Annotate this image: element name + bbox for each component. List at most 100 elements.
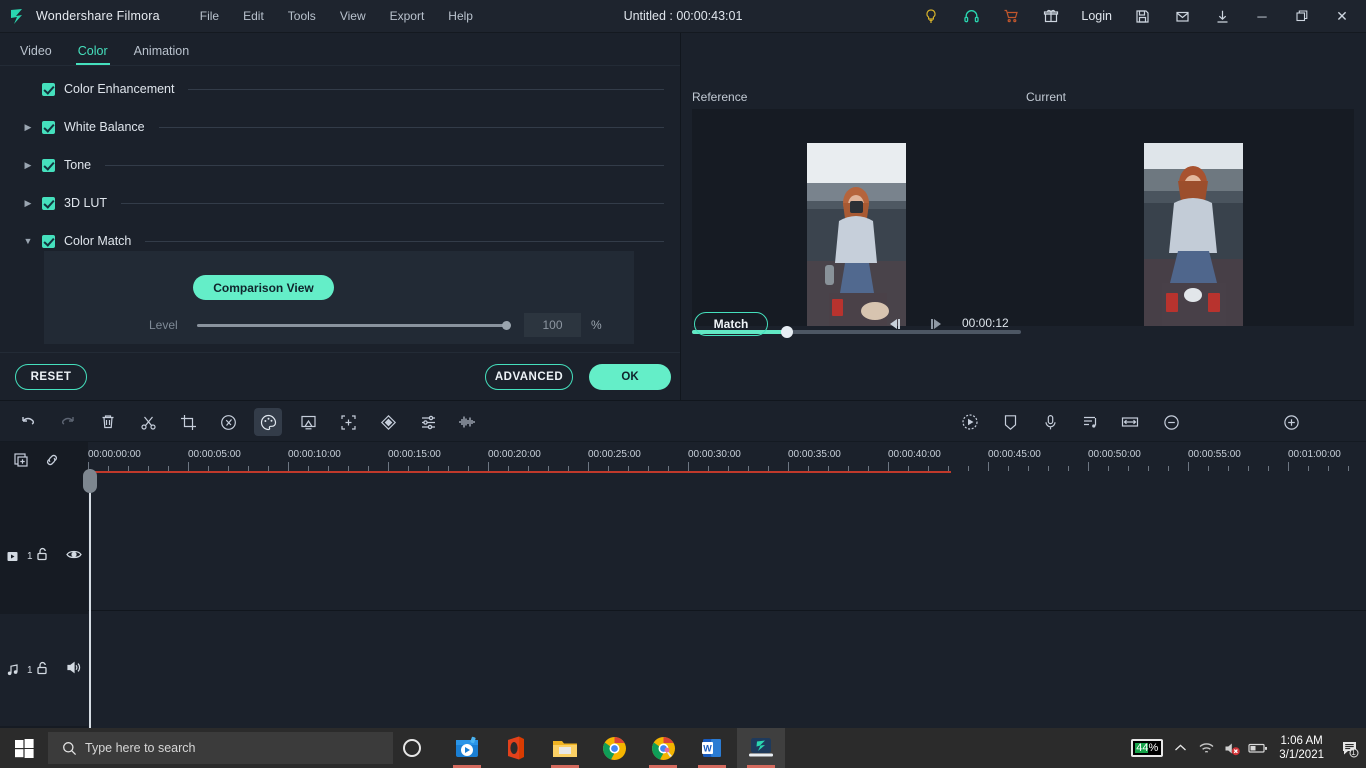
add-media-icon[interactable] [10, 449, 32, 471]
svg-text:W: W [703, 744, 712, 754]
audio-mixer-icon[interactable] [414, 408, 442, 436]
microphone-icon[interactable] [1036, 408, 1064, 436]
reference-viewport[interactable] [692, 109, 1031, 326]
step-forward-icon[interactable] [925, 313, 947, 335]
restore-button[interactable] [1282, 0, 1322, 33]
ruler-label: 00:00:15:00 [388, 449, 441, 460]
menu-tools[interactable]: Tools [278, 5, 326, 27]
audio-beat-icon[interactable] [454, 408, 482, 436]
save-project-icon[interactable] [1122, 0, 1162, 33]
scrubber-handle[interactable] [781, 326, 793, 338]
crop-icon[interactable] [174, 408, 202, 436]
motion-tracking-icon[interactable] [334, 408, 362, 436]
effect-checkbox[interactable] [42, 159, 55, 172]
taskbar-app-filmora[interactable] [737, 728, 785, 768]
taskbar-app-chrome-beta[interactable] [639, 728, 687, 768]
menu-view[interactable]: View [330, 5, 376, 27]
panel-footer: RESET ADVANCED OK [0, 352, 680, 400]
record-voiceover-icon[interactable] [956, 408, 984, 436]
advanced-button[interactable]: ADVANCED [485, 364, 573, 390]
delete-icon[interactable] [94, 408, 122, 436]
ruler-label: 00:00:45:00 [988, 449, 1041, 460]
taskbar-app-office[interactable] [492, 728, 540, 768]
effect-checkbox[interactable] [42, 197, 55, 210]
ruler-label: 00:01:00:00 [1288, 449, 1341, 460]
notifications-icon[interactable]: 1 [1332, 728, 1366, 768]
audio-track-header[interactable]: 1 [0, 614, 88, 726]
playhead-handle[interactable] [83, 469, 97, 493]
unlock-icon[interactable] [36, 661, 49, 680]
menu-edit[interactable]: Edit [233, 5, 274, 27]
chevron-right-icon[interactable]: ▶ [20, 198, 36, 209]
tab-video[interactable]: Video [10, 40, 62, 65]
menu-export[interactable]: Export [380, 5, 435, 27]
redo-icon[interactable] [54, 408, 82, 436]
tab-animation[interactable]: Animation [124, 40, 200, 65]
keyframe-icon[interactable] [374, 408, 402, 436]
effect-checkbox[interactable] [42, 121, 55, 134]
color-palette-icon[interactable] [254, 408, 282, 436]
chevron-down-icon[interactable]: ▼ [20, 236, 36, 246]
fit-timeline-icon[interactable] [1116, 408, 1144, 436]
chevron-right-icon[interactable]: ▶ [20, 122, 36, 133]
video-track-header[interactable]: 1 [0, 502, 88, 610]
effect-checkbox[interactable] [42, 235, 55, 248]
effect-checkbox[interactable] [42, 83, 55, 96]
effect-row-white-balance[interactable]: ▶ White Balance [0, 108, 680, 146]
timeline-ruler[interactable]: 00:00:00:00 00:00:05:00 00:00:10:00 00:0… [88, 442, 1366, 472]
tab-color[interactable]: Color [68, 40, 118, 65]
speaker-icon[interactable] [66, 661, 82, 679]
taskbar-app-file-explorer[interactable] [541, 728, 589, 768]
login-button[interactable]: Login [1071, 9, 1122, 23]
split-scissors-icon[interactable] [134, 408, 162, 436]
tips-bulb-icon[interactable] [911, 0, 951, 33]
battery-icon[interactable] [1245, 728, 1271, 768]
current-viewport[interactable] [1027, 109, 1354, 326]
menu-file[interactable]: File [190, 5, 229, 27]
ok-button[interactable]: OK [589, 364, 671, 390]
audio-detach-icon[interactable] [1076, 408, 1104, 436]
taskbar-app-movies-tv[interactable] [443, 728, 491, 768]
cortana-icon[interactable] [403, 739, 421, 757]
show-hidden-icons-chevron[interactable] [1167, 728, 1193, 768]
zoom-in-icon[interactable] [1277, 408, 1305, 436]
reset-button[interactable]: RESET [15, 364, 87, 390]
chevron-right-icon[interactable]: ▶ [20, 160, 36, 171]
ruler-major-tick [388, 462, 389, 471]
volume-muted-icon[interactable] [1219, 728, 1245, 768]
effect-row-tone[interactable]: ▶ Tone [0, 146, 680, 184]
level-value-input[interactable]: 100 [524, 313, 581, 337]
ruler-label: 00:00:40:00 [888, 449, 941, 460]
taskbar-app-word[interactable]: W [688, 728, 736, 768]
level-slider-handle[interactable] [502, 321, 511, 330]
link-unlink-icon[interactable] [41, 449, 63, 471]
search-input[interactable]: Type here to search [48, 732, 393, 764]
marker-icon[interactable] [996, 408, 1024, 436]
menu-help[interactable]: Help [438, 5, 483, 27]
playhead[interactable] [89, 469, 91, 728]
speed-icon[interactable] [214, 408, 242, 436]
mail-icon[interactable] [1162, 0, 1202, 33]
comparison-view-button[interactable]: Comparison View [193, 275, 334, 300]
taskbar-app-chrome[interactable] [590, 728, 638, 768]
level-slider[interactable] [197, 324, 507, 327]
undo-icon[interactable] [14, 408, 42, 436]
taskbar-clock[interactable]: 1:06 AM 3/1/2021 [1271, 734, 1332, 762]
unlock-icon[interactable] [36, 547, 49, 566]
effect-row-color-enhancement[interactable]: Color Enhancement [0, 70, 680, 108]
gift-icon[interactable] [1031, 0, 1071, 33]
zoom-out-icon[interactable] [1157, 408, 1185, 436]
step-backward-icon[interactable] [884, 313, 906, 335]
download-icon[interactable] [1202, 0, 1242, 33]
headset-support-icon[interactable] [951, 0, 991, 33]
eye-icon[interactable] [66, 547, 82, 565]
match-button[interactable]: Match [694, 312, 768, 336]
close-button[interactable]: ✕ [1322, 0, 1362, 33]
menu-bar: File Edit Tools View Export Help [190, 5, 483, 27]
wifi-icon[interactable] [1193, 728, 1219, 768]
shopping-cart-icon[interactable] [991, 0, 1031, 33]
minimize-button[interactable]: ─ [1242, 0, 1282, 33]
effect-row-3d-lut[interactable]: ▶ 3D LUT [0, 184, 680, 222]
windows-start-icon[interactable] [0, 728, 48, 768]
green-screen-icon[interactable] [294, 408, 322, 436]
